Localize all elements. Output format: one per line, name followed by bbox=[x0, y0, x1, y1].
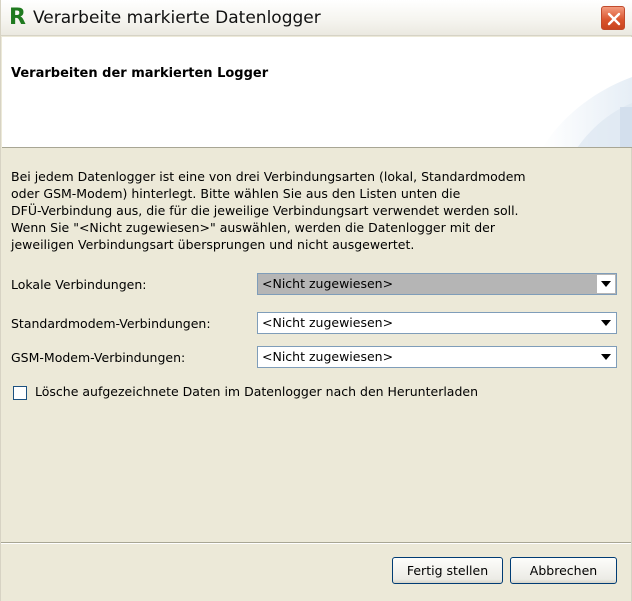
standard-modem-connections-select[interactable]: <Nicht zugewiesen> bbox=[257, 312, 617, 334]
close-button[interactable] bbox=[601, 6, 625, 30]
description-line: Bei jedem Datenlogger ist eine von drei … bbox=[11, 169, 526, 184]
r-app-icon: R bbox=[9, 5, 26, 30]
wizard-header: Verarbeiten der markierten Logger bbox=[2, 37, 632, 148]
description-text: Bei jedem Datenlogger ist eine von drei … bbox=[11, 168, 616, 253]
description-line: Wenn Sie "<Nicht zugewiesen>" auswählen,… bbox=[11, 220, 495, 235]
standard-modem-connections-label: Standardmodem-Verbindungen: bbox=[11, 316, 211, 331]
local-connections-select[interactable]: <Nicht zugewiesen> bbox=[257, 273, 617, 295]
page-title: Verarbeiten der markierten Logger bbox=[11, 66, 269, 81]
standard-modem-connections-value: <Nicht zugewiesen> bbox=[262, 315, 394, 330]
cancel-button[interactable]: Abbrechen bbox=[510, 557, 617, 584]
dialog-window: R Verarbeite markierte Datenlogger Verar… bbox=[0, 0, 632, 601]
local-connections-label: Lokale Verbindungen: bbox=[11, 277, 147, 292]
button-bar-separator bbox=[1, 542, 631, 544]
close-icon bbox=[607, 12, 621, 26]
header-decoration-graphic bbox=[542, 77, 632, 147]
window-title: Verarbeite markierte Datenlogger bbox=[33, 8, 321, 28]
gsm-modem-connections-select[interactable]: <Nicht zugewiesen> bbox=[257, 346, 617, 368]
delete-after-download-checkbox[interactable] bbox=[13, 386, 27, 400]
dropdown-button[interactable] bbox=[597, 275, 615, 293]
dropdown-button[interactable] bbox=[597, 348, 615, 366]
chevron-down-icon bbox=[601, 320, 611, 326]
chevron-down-icon bbox=[601, 281, 611, 287]
chevron-down-icon bbox=[601, 354, 611, 360]
title-bar[interactable]: R Verarbeite markierte Datenlogger bbox=[1, 0, 632, 36]
description-line: DFÜ-Verbindung aus, die für die jeweilig… bbox=[11, 203, 519, 218]
delete-after-download-label[interactable]: Lösche aufgezeichnete Daten im Datenlogg… bbox=[35, 384, 478, 399]
description-line: oder GSM-Modem) hinterlegt. Bitte wählen… bbox=[11, 186, 461, 201]
finish-button[interactable]: Fertig stellen bbox=[392, 557, 503, 584]
gsm-modem-connections-value: <Nicht zugewiesen> bbox=[262, 349, 394, 364]
dropdown-button[interactable] bbox=[597, 314, 615, 332]
local-connections-value: <Nicht zugewiesen> bbox=[262, 276, 394, 291]
gsm-modem-connections-label: GSM-Modem-Verbindungen: bbox=[11, 350, 186, 365]
description-line: jeweiligen Verbindungsart übersprungen u… bbox=[11, 237, 415, 252]
